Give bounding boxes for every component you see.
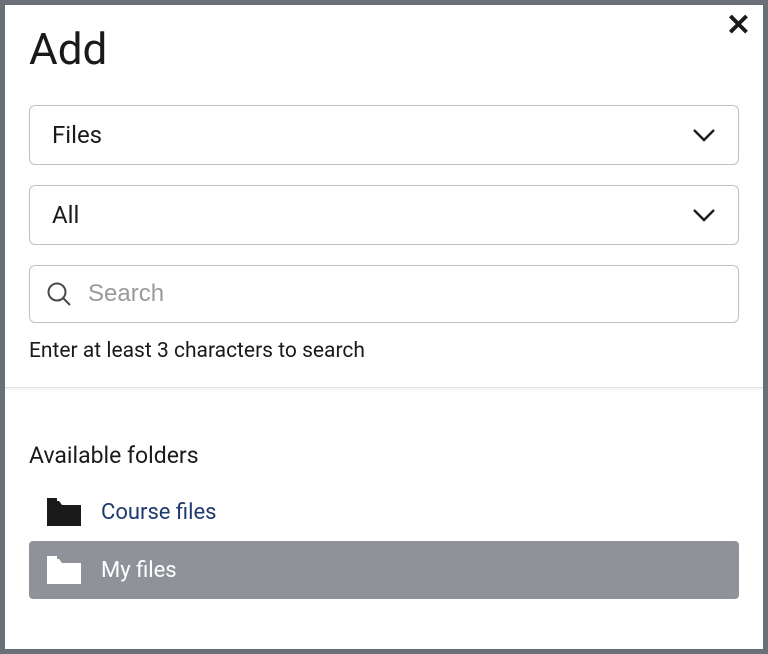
search-icon: [46, 281, 72, 307]
add-dialog: ✕ Add Files All Enter at least 3 charact…: [0, 0, 768, 654]
available-folders-label: Available folders: [29, 442, 739, 469]
chevron-down-icon: [692, 128, 716, 142]
scope-dropdown[interactable]: All: [29, 185, 739, 245]
folder-icon: [47, 556, 81, 584]
folder-item-my-files[interactable]: My files: [29, 541, 739, 599]
folder-label: Course files: [101, 500, 217, 525]
scope-dropdown-value: All: [52, 201, 79, 229]
dialog-header: Add Files All Enter at least 3 character…: [5, 5, 763, 388]
folder-icon: [47, 498, 81, 526]
dialog-title: Add: [29, 23, 739, 75]
search-box[interactable]: [29, 265, 739, 323]
close-icon: ✕: [726, 9, 751, 42]
close-button[interactable]: ✕: [726, 11, 751, 41]
chevron-down-icon: [692, 208, 716, 222]
folder-item-course-files[interactable]: Course files: [29, 483, 739, 541]
search-input[interactable]: [88, 280, 722, 308]
dialog-body: Available folders Course files My files: [5, 388, 763, 649]
type-dropdown[interactable]: Files: [29, 105, 739, 165]
type-dropdown-value: Files: [52, 121, 102, 149]
search-help-text: Enter at least 3 characters to search: [29, 339, 739, 363]
folder-label: My files: [101, 558, 177, 583]
